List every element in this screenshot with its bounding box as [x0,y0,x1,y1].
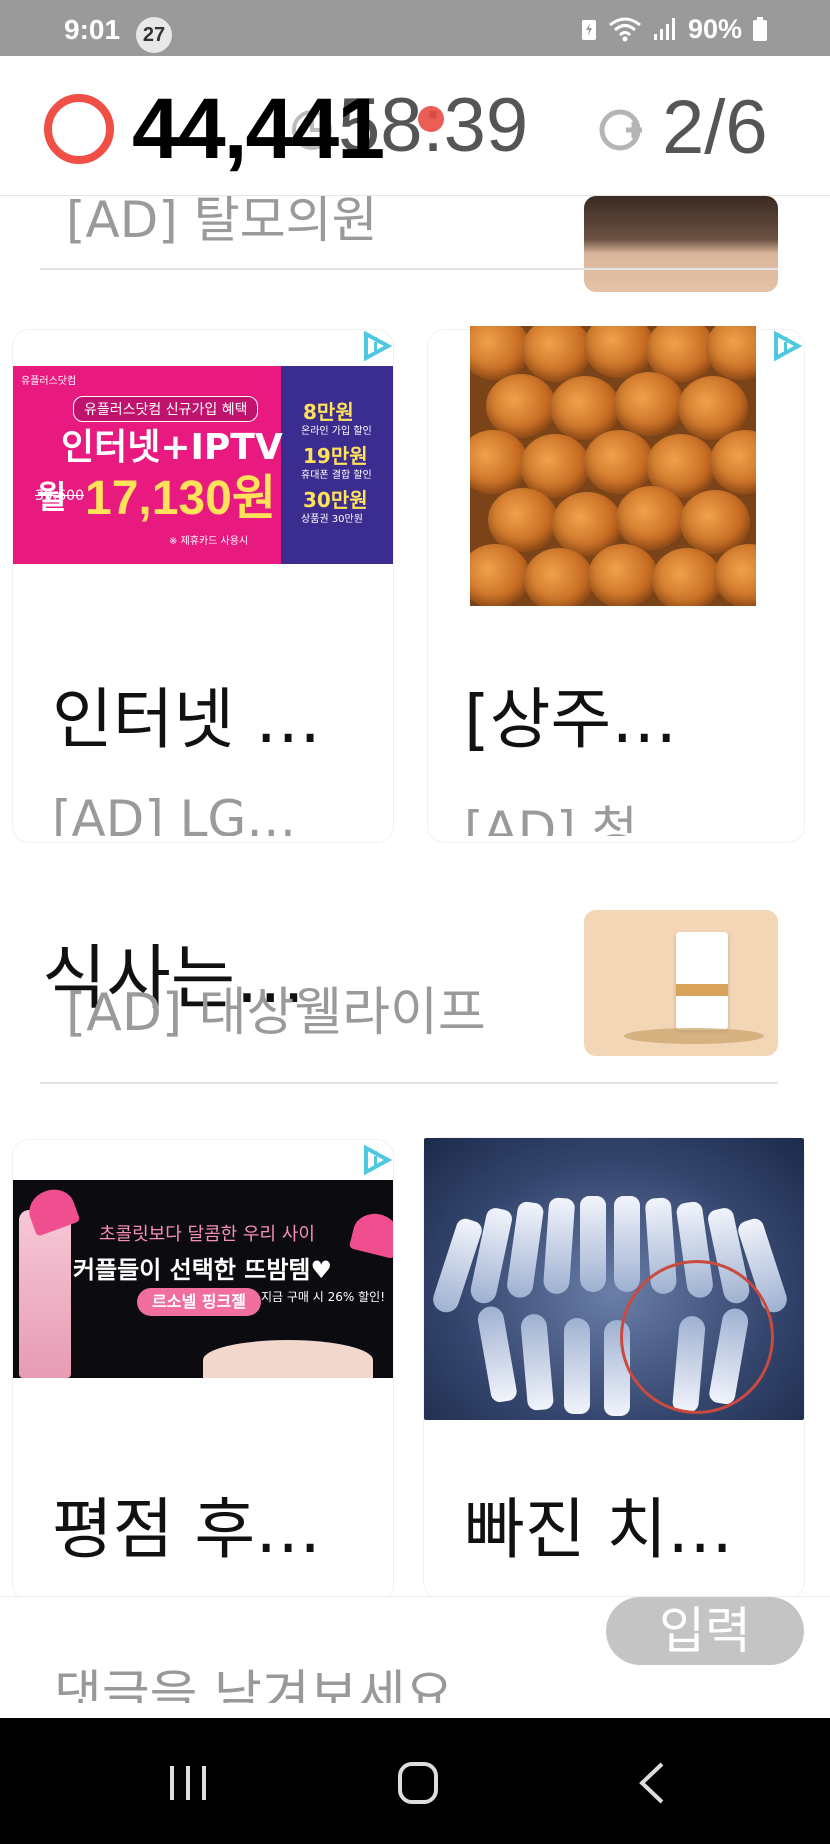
card-title: 평점 후… [52,1491,322,1568]
wifi-icon [609,17,641,42]
highlight-circle [620,1260,774,1414]
ad-image-couple-gel: 초콜릿보다 달콤한 우리 사이 커플들이 선택한 뜨밤템♥ 르소넬 핑크젤 지금… [13,1180,393,1378]
ad-image-note: ※ 제휴카드 사용시 [169,536,249,547]
battery-percent: 90% [687,13,742,44]
home-icon[interactable] [388,1758,448,1808]
benefit-desc: 상품권 30만원 [301,514,363,525]
ad-image-brand: 유플러스닷컴 [21,376,77,387]
ad-image-line1: 초콜릿보다 달콤한 우리 사이 [99,1224,315,1245]
ad-image-discount: 지금 구매 시 26% 할인! [261,1290,386,1304]
status-time: 9:01 [64,14,121,45]
reward-header: 58:39 44,441 2/6 [0,56,830,196]
ad-image-price: 17,130원 [85,472,276,525]
record-ring-icon [44,94,114,164]
reward-count: 44,441 [132,81,385,177]
back-icon[interactable] [624,1758,684,1808]
battery-saver-icon [581,20,596,40]
ad-image-product: 르소넬 핑크젤 [137,1288,261,1316]
comment-bar: 댓글을 남겨보세요 입력 [0,1596,830,1716]
card-sub: [AD] LG… [52,790,297,836]
status-bar: 9:01 27 90% [0,0,830,56]
ad-choices-icon[interactable] [360,330,392,362]
mid-ad-sub: [AD] 대상웰라이프 [66,983,486,1043]
signal-icon [653,18,675,40]
benefit-desc: 온라인 가입 할인 [301,426,372,437]
benefit-amount: 8만원 [303,400,354,424]
ad-image-internet-iptv: 유플러스닷컴 유플러스닷컴 신규가입 혜택 인터넷+IPTV 월 17,130원… [13,366,393,564]
card-sub: [AD] 청… [464,801,688,836]
recent-apps-icon[interactable] [158,1758,218,1808]
benefit-amount: 30만원 [303,488,368,512]
ad-choices-icon[interactable] [770,330,802,362]
benefit-amount: 19만원 [303,444,368,468]
ad-image-dried-persimmon [470,326,756,606]
navigation-bar [0,1718,830,1844]
submit-button[interactable]: 입력 [606,1597,804,1665]
comment-input[interactable]: 댓글을 남겨보세요 [54,1653,453,1703]
card-title: [상주… [464,681,678,758]
card-title: 빠진 치… [464,1491,734,1568]
ad-thumbnail-nutrition-drink [584,910,778,1056]
divider [40,1082,778,1084]
battery-icon [753,17,767,41]
ad-image-old-price: 39,600 [35,488,84,504]
card-title: 인터넷 … [52,681,322,758]
ad-choices-icon[interactable] [360,1144,392,1176]
ad-image-dental-xray [424,1138,804,1420]
status-icons: 90% [580,14,768,44]
notification-count-badge: 27 [136,17,172,53]
ad-thumbnail [584,196,778,292]
benefit-desc: 휴대폰 결합 할인 [301,470,372,481]
page-progress: 2/6 [662,85,768,170]
ad-image-line2: 커플들이 선택한 뜨밤템♥ [73,1256,333,1284]
timer-alert-dot [418,106,444,132]
divider [40,268,778,270]
